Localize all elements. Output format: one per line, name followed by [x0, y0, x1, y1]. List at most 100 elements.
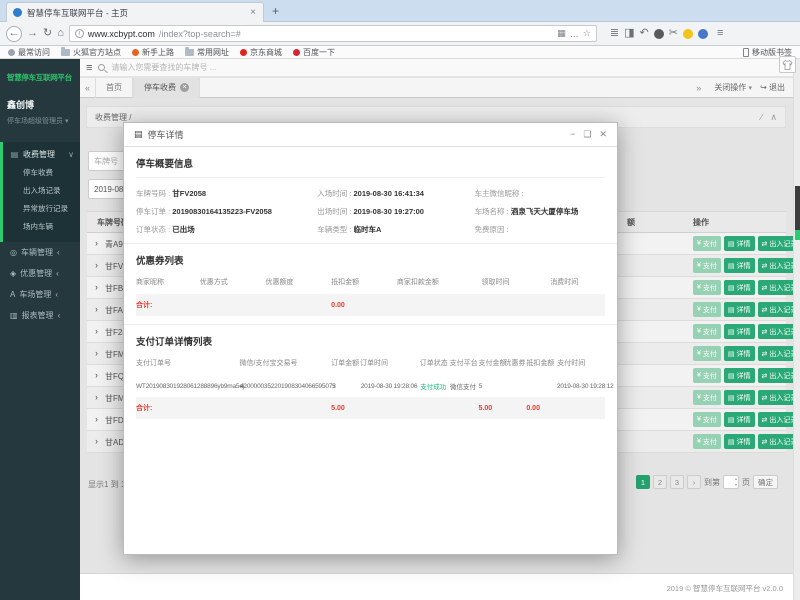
- tab-home[interactable]: 首页: [95, 78, 133, 98]
- pay-button[interactable]: ¥支付: [693, 368, 721, 383]
- sidebar-item-inout-records[interactable]: 出入场记录: [3, 182, 80, 200]
- pay-button[interactable]: ¥支付: [693, 258, 721, 273]
- sidebar-item-onsite-vehicles[interactable]: 场内车辆: [3, 218, 80, 236]
- detail-icon: ▤: [728, 350, 735, 358]
- pay-button[interactable]: ¥支付: [693, 324, 721, 339]
- row-expand-icon[interactable]: ›: [95, 348, 98, 358]
- tab-close-icon[interactable]: ×: [180, 83, 189, 92]
- detail-button[interactable]: ▤详情: [724, 390, 755, 405]
- page-next-button[interactable]: ›: [687, 475, 701, 489]
- shopping-widget-icon[interactable]: [779, 56, 796, 73]
- pay-button[interactable]: ¥支付: [693, 302, 721, 317]
- row-expand-icon[interactable]: ›: [95, 282, 98, 292]
- tabs-scroll-left-icon[interactable]: «: [80, 83, 95, 93]
- detail-button[interactable]: ▤详情: [724, 412, 755, 427]
- bookmark-firefox-sites[interactable]: 火狐官方站点: [61, 47, 121, 58]
- qr-extension-icon[interactable]: ▦: [557, 28, 566, 39]
- modal-maximize-icon[interactable]: ❏: [583, 129, 591, 140]
- undo-icon[interactable]: ↶: [640, 28, 649, 39]
- page-scrollbar[interactable]: [793, 59, 800, 600]
- row-expand-icon[interactable]: ›: [95, 436, 98, 446]
- sidebar-item-charging-mgmt[interactable]: ▤ 收费管理 ∨: [3, 144, 80, 164]
- goto-page-input[interactable]: ▴▾: [723, 475, 739, 489]
- detail-button[interactable]: ▤详情: [724, 302, 755, 317]
- modal-close-icon[interactable]: ✕: [599, 129, 607, 140]
- page-3-button[interactable]: 3: [670, 475, 684, 489]
- page-actions-icon[interactable]: …: [570, 29, 579, 39]
- screenshot-extension-icon[interactable]: ✂: [669, 28, 678, 39]
- bookmark-most-visited[interactable]: 最常访问: [8, 47, 50, 58]
- pay-button[interactable]: ¥支付: [693, 236, 721, 251]
- sidebar-item-abnormal-release[interactable]: 异常放行记录: [3, 200, 80, 218]
- back-button[interactable]: ←: [6, 26, 22, 42]
- scrollbar-thumb[interactable]: [795, 186, 800, 240]
- row-expand-icon[interactable]: ›: [95, 326, 98, 336]
- sidebar-item-discount-mgmt[interactable]: ◈ 优惠管理 ‹: [0, 263, 80, 284]
- goto-confirm-button[interactable]: 确定: [753, 475, 778, 489]
- bookmark-getting-started[interactable]: 新手上路: [132, 47, 174, 58]
- payment-total-row: 合计: 5.00 5.00 0.00: [136, 397, 605, 419]
- browser-tab-title: 智慧停车互联网平台 - 主页: [27, 7, 244, 19]
- tab-close-icon[interactable]: ×: [249, 7, 257, 18]
- hamburger-icon[interactable]: ≡: [86, 62, 92, 74]
- tab-parking-fee[interactable]: 停车收费 ×: [133, 78, 200, 98]
- tabs-scroll-right-icon[interactable]: »: [691, 83, 706, 93]
- menu-icon[interactable]: ≡: [717, 28, 723, 39]
- row-expand-icon[interactable]: ›: [95, 370, 98, 380]
- spinner-icons[interactable]: ▴▾: [735, 476, 737, 487]
- sidebar-item-parkinglot-mgmt[interactable]: A 车场管理 ‹: [0, 284, 80, 305]
- new-tab-button[interactable]: +: [272, 4, 279, 18]
- plate-search-input[interactable]: [111, 63, 311, 72]
- yellow-extension-icon[interactable]: [683, 29, 693, 39]
- pay-button[interactable]: ¥支付: [693, 412, 721, 427]
- detail-button[interactable]: ▤详情: [724, 280, 755, 295]
- home-button[interactable]: ⌂: [57, 28, 64, 39]
- row-expand-icon[interactable]: ›: [95, 304, 98, 314]
- pay-button[interactable]: ¥支付: [693, 390, 721, 405]
- yen-icon: ¥: [697, 372, 701, 379]
- sidebar-toggle-icon[interactable]: ◨: [624, 28, 634, 39]
- app-footer: 2019 © 智慧停车互联网平台 v2.0.0: [80, 573, 793, 600]
- row-expand-icon[interactable]: ›: [95, 260, 98, 270]
- detail-button[interactable]: ▤详情: [724, 324, 755, 339]
- logout-button[interactable]: ↪ 退出: [760, 82, 785, 93]
- search-icon: [98, 64, 105, 71]
- bookmark-star-icon[interactable]: ☆: [583, 28, 591, 39]
- sidebar-item-vehicle-mgmt[interactable]: ◎ 车辆管理 ‹: [0, 242, 80, 263]
- forward-button[interactable]: →: [27, 28, 38, 39]
- detail-button[interactable]: ▤详情: [724, 236, 755, 251]
- bookmark-jd[interactable]: 京东商城: [240, 47, 282, 58]
- detail-button[interactable]: ▤详情: [724, 346, 755, 361]
- row-expand-icon[interactable]: ›: [95, 414, 98, 424]
- library-icon[interactable]: ≣: [610, 28, 619, 39]
- bookmark-common-sites[interactable]: 常用网址: [185, 47, 229, 58]
- pay-button[interactable]: ¥支付: [693, 346, 721, 361]
- close-operations-dropdown[interactable]: 关闭操作 ▾: [714, 82, 752, 93]
- pay-button[interactable]: ¥支付: [693, 280, 721, 295]
- globe-icon: [132, 49, 139, 56]
- detail-button[interactable]: ▤详情: [724, 368, 755, 383]
- modal-header[interactable]: ▤ 停车详情 − ❏ ✕: [124, 123, 617, 147]
- sidebar-item-report-mgmt[interactable]: ▥ 报表管理 ‹: [0, 305, 80, 326]
- panel-collapse-icon[interactable]: ∧: [770, 112, 777, 123]
- site-info-icon[interactable]: i: [75, 29, 84, 38]
- detail-button[interactable]: ▤详情: [724, 258, 755, 273]
- reload-button[interactable]: ↻: [43, 28, 52, 39]
- blue-extension-icon[interactable]: [698, 29, 708, 39]
- billing-icon: ▤: [10, 150, 19, 159]
- page-1-button[interactable]: 1: [636, 475, 650, 489]
- sidebar-item-parking-fee[interactable]: 停车收费: [3, 164, 80, 182]
- row-expand-icon[interactable]: ›: [95, 238, 98, 248]
- pay-button[interactable]: ¥支付: [693, 434, 721, 449]
- page-2-button[interactable]: 2: [653, 475, 667, 489]
- modal-minimize-icon[interactable]: −: [570, 129, 575, 140]
- row-expand-icon[interactable]: ›: [95, 392, 98, 402]
- payment-row: WT201908301928061288896yb9ma5ej 42000003…: [136, 375, 605, 397]
- bookmark-baidu[interactable]: 百度一下: [293, 47, 335, 58]
- chat-extension-icon[interactable]: [654, 29, 664, 39]
- user-role-dropdown[interactable]: 停车场超级管理员 ▾: [7, 116, 80, 126]
- browser-tab[interactable]: 智慧停车互联网平台 - 主页 ×: [6, 2, 264, 22]
- url-bar[interactable]: i www.xcbypt.com /index?top-search=# ▦ ……: [69, 25, 597, 42]
- panel-config-icon[interactable]: ∕: [761, 112, 763, 123]
- detail-button[interactable]: ▤详情: [724, 434, 755, 449]
